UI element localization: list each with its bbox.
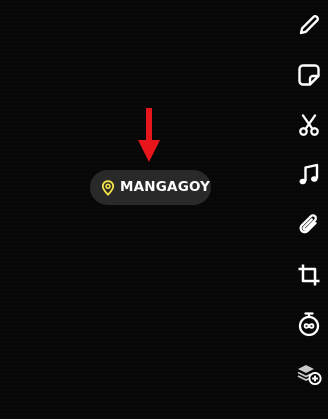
layers-tool-button[interactable] (296, 361, 322, 387)
pencil-icon (299, 14, 320, 35)
crop-tool-button[interactable] (296, 262, 322, 288)
location-label: MANGAGOY (120, 178, 211, 195)
camera-preview-canvas (0, 0, 328, 419)
scissors-icon (299, 114, 319, 136)
scissors-tool-button[interactable] (296, 112, 322, 138)
draw-tool-button[interactable] (296, 12, 322, 38)
location-sticker[interactable]: MANGAGOY (90, 170, 211, 205)
music-tool-button[interactable] (296, 162, 322, 188)
attachment-tool-button[interactable] (296, 212, 322, 238)
sticker-icon (298, 64, 320, 86)
sticker-tool-button[interactable] (296, 62, 322, 88)
red-annotation-arrow (138, 108, 160, 162)
location-pin-icon (101, 179, 115, 196)
crop-icon (298, 264, 320, 286)
timer-tool-button[interactable] (296, 311, 322, 337)
paperclip-icon (299, 214, 317, 234)
layers-add-icon (297, 365, 322, 386)
timer-infinity-icon (298, 312, 320, 337)
music-note-icon (299, 163, 319, 185)
creative-tools-sidebar (288, 0, 328, 419)
